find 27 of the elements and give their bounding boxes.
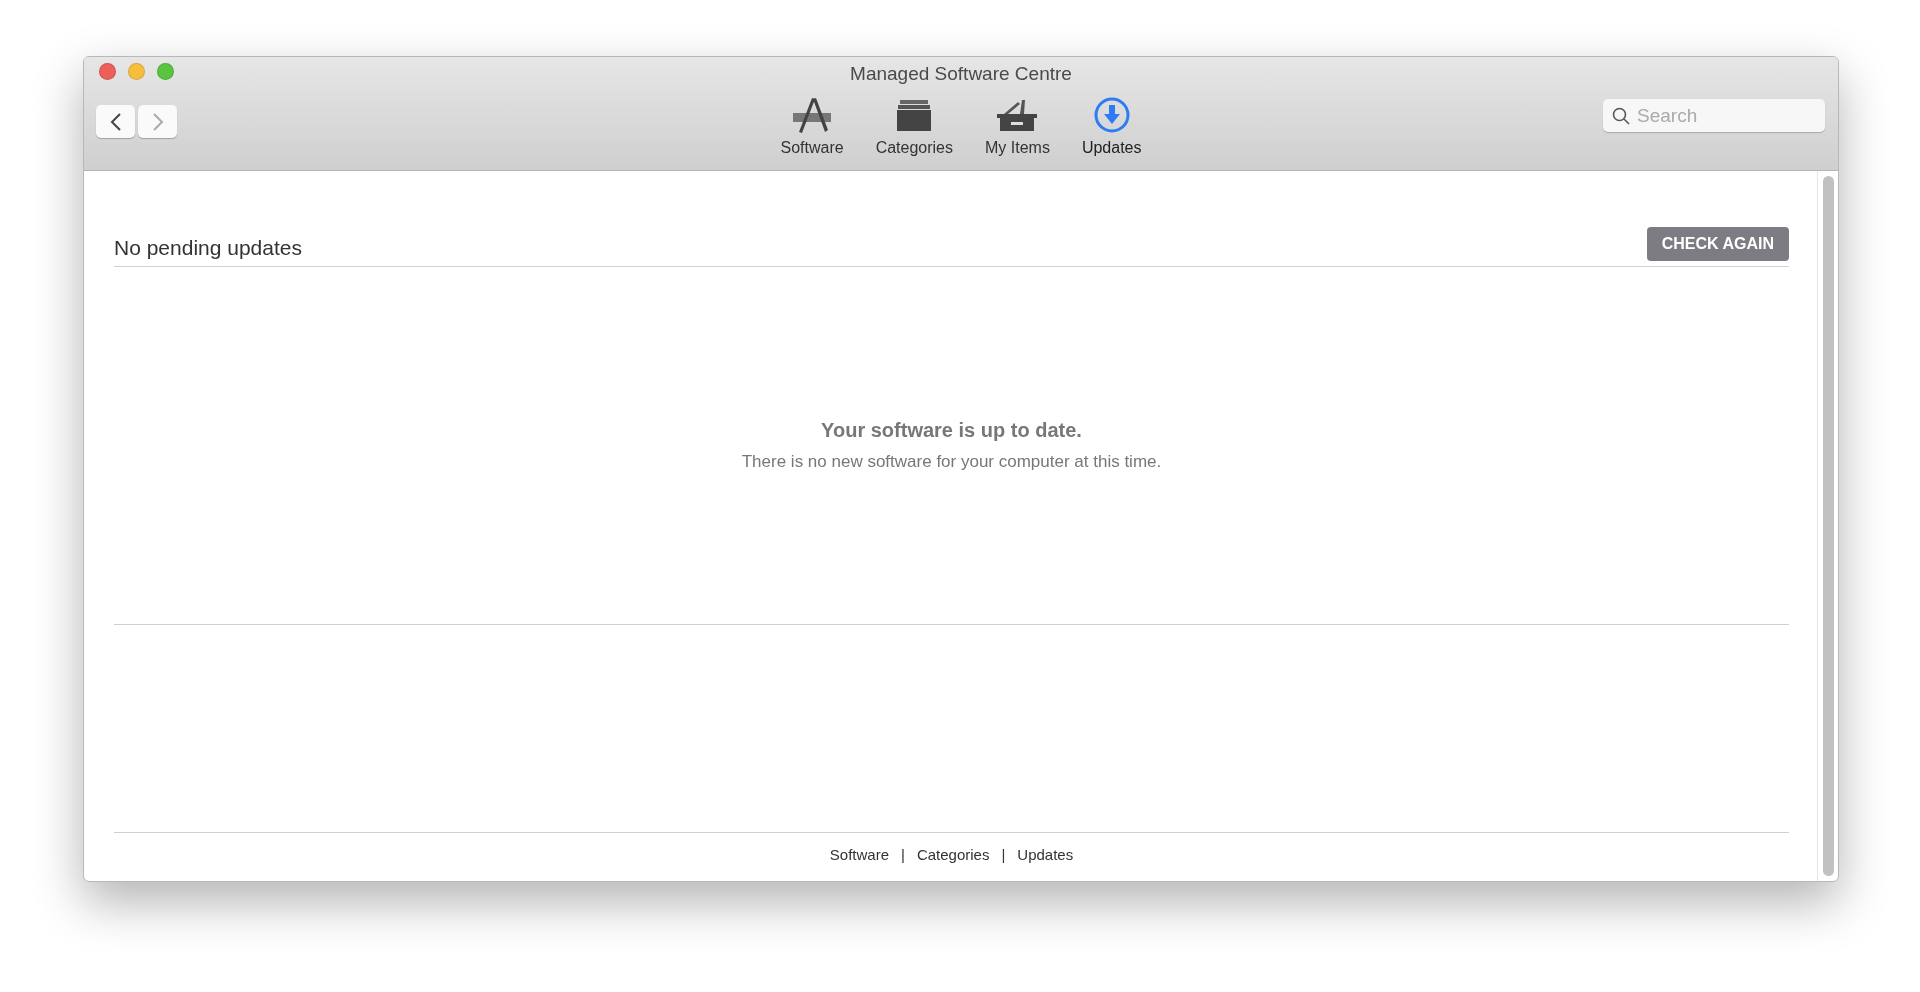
zoom-button[interactable] xyxy=(157,62,174,80)
close-button[interactable] xyxy=(99,62,116,80)
toolbar-tab[interactable]: Categories xyxy=(873,95,955,157)
download-icon xyxy=(1092,96,1131,134)
footer-link[interactable]: Updates xyxy=(1017,846,1074,863)
minimize-button[interactable] xyxy=(128,62,145,80)
chevron-left-icon xyxy=(109,112,122,131)
window-title: Managed Software Centre xyxy=(849,63,1073,85)
status-subtitle: There is no new software for your computer at this time. xyxy=(741,452,1162,472)
section-title: No pending updates xyxy=(114,236,302,260)
drawer-icon xyxy=(896,98,933,132)
scrollbar-thumb[interactable] xyxy=(1822,176,1834,876)
status-title: Your software is up to date. xyxy=(821,419,1082,442)
tray-with-tools-icon xyxy=(996,98,1039,132)
footer-link[interactable]: Software xyxy=(829,846,889,863)
footer-separator: | xyxy=(1001,846,1006,863)
toolbar-tab[interactable]: Updates xyxy=(1079,95,1144,157)
footer-link[interactable]: Categories xyxy=(916,846,990,863)
check-again-button[interactable]: CHECK AGAIN xyxy=(1646,227,1789,261)
search-field[interactable]: Search xyxy=(1603,99,1825,132)
footer-separator: | xyxy=(901,846,905,863)
search-icon xyxy=(1612,107,1630,125)
pencil-ruler-icon xyxy=(791,96,834,134)
chevron-right-icon xyxy=(151,112,164,131)
back-button[interactable] xyxy=(96,105,135,138)
toolbar-tab[interactable]: Software xyxy=(778,95,846,157)
toolbar-tab[interactable]: My Items xyxy=(983,95,1052,157)
